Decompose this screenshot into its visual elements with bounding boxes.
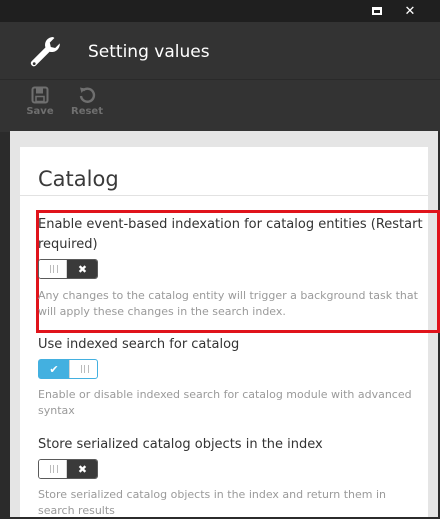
setting-description: Store serialized catalog objects in the …	[38, 488, 387, 517]
maximize-icon	[372, 7, 382, 15]
setting-indexed-search-desc-wrap: Enable or disable indexed search for cat…	[38, 387, 423, 419]
save-icon	[31, 86, 49, 104]
toggle-knob	[39, 260, 67, 278]
off-icon: ✖	[67, 260, 97, 278]
wrench-icon	[30, 37, 60, 67]
toolbar: Save Reset	[0, 79, 440, 132]
toggle-knob	[69, 360, 97, 378]
reset-icon	[79, 87, 96, 103]
close-icon: ✕	[404, 3, 416, 19]
store-serialized-toggle[interactable]: ✖	[38, 459, 98, 479]
section-title: Catalog	[38, 167, 119, 191]
save-button[interactable]: Save	[21, 86, 59, 126]
setting-description: Any changes to the catalog entity will t…	[38, 289, 418, 318]
reset-label: Reset	[71, 106, 103, 117]
setting-label: Enable event-based indexation for catalo…	[38, 217, 423, 252]
blade-header: Setting values	[0, 22, 440, 79]
setting-store-serialized-desc-wrap: Store serialized catalog objects in the …	[38, 487, 423, 519]
setting-description: Enable or disable indexed search for cat…	[38, 388, 412, 417]
indexed-search-toggle[interactable]: ✔	[38, 359, 98, 379]
close-button[interactable]: ✕	[395, 0, 425, 22]
setting-event-indexation: Enable event-based indexation for catalo…	[38, 215, 423, 255]
setting-store-serialized: Store serialized catalog objects in the …	[38, 435, 423, 455]
setting-label: Use indexed search for catalog	[38, 337, 240, 352]
page-title: Setting values	[88, 42, 210, 62]
title-bar: ✕	[0, 0, 440, 22]
toggle-knob	[39, 460, 67, 478]
blade-content: Catalog Enable event-based indexation fo…	[10, 131, 440, 519]
save-label: Save	[26, 106, 54, 117]
off-icon: ✖	[67, 460, 97, 478]
check-icon: ✔	[39, 360, 69, 378]
setting-event-indexation-desc-wrap: Any changes to the catalog entity will t…	[38, 288, 423, 320]
divider	[20, 195, 428, 196]
setting-indexed-search: Use indexed search for catalog	[38, 335, 423, 355]
setting-label: Store serialized catalog objects in the …	[38, 437, 323, 452]
settings-window: ✕ Setting values Save Reset Catalog Enab…	[0, 0, 440, 517]
maximize-button[interactable]	[362, 0, 392, 22]
reset-button[interactable]: Reset	[68, 86, 106, 126]
settings-panel: Catalog Enable event-based indexation fo…	[20, 147, 440, 519]
event-indexation-toggle[interactable]: ✖	[38, 259, 98, 279]
